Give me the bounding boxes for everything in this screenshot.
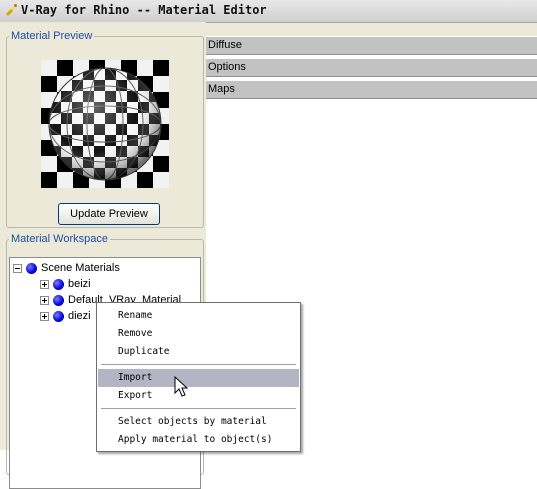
menu-item-import[interactable]: Import	[98, 369, 299, 387]
menu-item-duplicate[interactable]: Duplicate	[98, 343, 299, 361]
menu-item-select-objects[interactable]: Select objects by material	[98, 413, 299, 431]
tree-item-diezi[interactable]: diezi	[40, 308, 91, 324]
section-maps[interactable]: Maps	[206, 80, 537, 99]
material-preview-group: Material Preview Update Preview	[6, 30, 204, 228]
title-bar[interactable]: V-Ray for Rhino -- Material Editor	[0, 0, 537, 23]
menu-item-remove[interactable]: Remove	[98, 325, 299, 343]
material-node-icon	[53, 294, 64, 306]
expand-icon[interactable]	[40, 311, 49, 321]
material-node-icon	[53, 278, 64, 290]
tree-item-scene-materials[interactable]: Scene Materials	[13, 260, 120, 276]
mouse-pointer-icon	[174, 376, 189, 397]
material-editor-window: V-Ray for Rhino -- Material Editor Mater…	[0, 0, 537, 489]
window-title: V-Ray for Rhino -- Material Editor	[21, 3, 267, 17]
menu-item-rename[interactable]: Rename	[98, 307, 299, 325]
menu-separator	[101, 408, 296, 410]
material-node-icon	[26, 262, 37, 274]
update-preview-button[interactable]: Update Preview	[58, 203, 160, 225]
material-preview-label: Material Preview	[11, 30, 93, 42]
section-diffuse[interactable]: Diffuse	[206, 36, 537, 55]
material-node-icon	[53, 310, 64, 322]
tree-item-beizi[interactable]: beizi	[40, 276, 91, 292]
menu-separator	[101, 364, 296, 366]
collapse-icon[interactable]	[13, 263, 22, 273]
context-menu: Rename Remove Duplicate Import Export Se…	[96, 302, 301, 452]
expand-icon[interactable]	[40, 295, 49, 305]
section-options[interactable]: Options	[206, 58, 537, 77]
menu-item-export[interactable]: Export	[98, 387, 299, 405]
material-workspace-label: Material Workspace	[11, 233, 108, 245]
expand-icon[interactable]	[40, 279, 49, 289]
menu-item-apply-material[interactable]: Apply material to object(s)	[98, 431, 299, 449]
vray-icon	[6, 4, 17, 16]
material-preview-image	[41, 60, 169, 188]
